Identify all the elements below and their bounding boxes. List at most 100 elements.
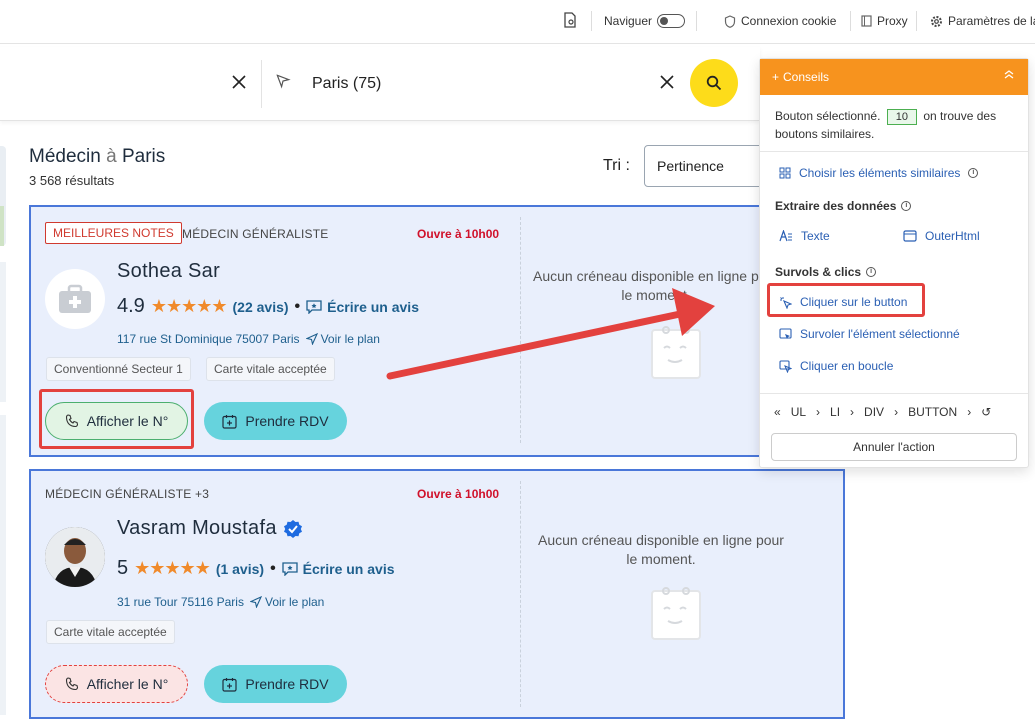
rating-row: 4.9 ★★★★★ (22 avis) • Écrire un avis — [117, 295, 419, 317]
location-arrow-icon — [272, 70, 295, 93]
hover-selected-link[interactable]: Survoler l'élément sélectionné — [779, 327, 960, 341]
proxy-label: Proxy — [877, 14, 908, 28]
code-window-icon — [903, 230, 917, 242]
info-icon: i — [901, 201, 912, 211]
panel-title: Conseils — [783, 70, 830, 84]
settings-button[interactable]: Paramètres de la — [930, 14, 1035, 28]
first-parent-icon[interactable]: « — [774, 405, 781, 419]
search-button[interactable] — [690, 59, 738, 107]
rating-stars: ★★★★★ — [150, 296, 228, 316]
reviews-link[interactable]: (1 avis) — [216, 561, 264, 577]
choose-similar-link[interactable]: Choisir les éléments similaires i — [779, 166, 979, 180]
doctor-card: MÉDECIN GÉNÉRALISTE +3 Ouvre à 10h00 Vas… — [29, 469, 845, 719]
search-icon — [706, 75, 722, 91]
search-bar: Paris (75) — [0, 47, 760, 121]
navigation-arrow-icon — [305, 333, 318, 345]
book-appointment-button[interactable]: Prendre RDV — [204, 402, 347, 440]
reviews-link[interactable]: (22 avis) — [233, 299, 289, 315]
rating-value: 4.9 — [117, 295, 145, 317]
navigate-toggle[interactable]: Naviguer — [604, 14, 686, 28]
location-input[interactable]: Paris (75) — [312, 75, 381, 93]
extract-text-link[interactable]: Texte — [779, 229, 830, 243]
navigation-arrow-icon — [249, 596, 262, 608]
selection-info: Bouton sélectionné. 10 on trouve des bou… — [775, 109, 997, 141]
proxy-button[interactable]: Proxy — [861, 14, 908, 28]
sort-select[interactable]: Pertinence — [644, 145, 774, 187]
info-icon: i — [866, 267, 877, 277]
best-rated-badge: MEILLEURES NOTES — [45, 222, 182, 244]
loop-cursor-icon — [779, 359, 792, 373]
proxy-icon — [861, 15, 872, 27]
rating-value: 5 — [117, 557, 129, 579]
hover-window-icon — [779, 327, 792, 339]
opening-time: Ouvre à 10h00 — [417, 227, 500, 241]
chip-sector: Conventionné Secteur 1 — [46, 357, 191, 381]
similar-count-badge: 10 — [886, 109, 918, 125]
show-phone-button[interactable]: Afficher le N° — [45, 665, 188, 703]
collapse-chevron-icon[interactable] — [1004, 68, 1014, 82]
tips-panel: + Conseils Bouton sélectionné. 10 on tro… — [759, 58, 1029, 468]
avatar — [45, 527, 105, 587]
calendar-plus-icon — [222, 414, 237, 429]
address: 31 rue Tour 75116 Paris Voir le plan — [117, 595, 324, 609]
settings-label: Paramètres de la — [948, 14, 1035, 28]
clear-location-close-icon[interactable] — [659, 70, 675, 96]
cancel-action-button[interactable]: Annuler l'action — [771, 433, 1017, 461]
selection-highlight — [39, 389, 194, 449]
hover-section-title: Survols & clics i — [775, 265, 877, 279]
doctor-name[interactable]: Vasram Moustafa — [117, 517, 277, 540]
avatar — [45, 269, 105, 329]
book-appointment-button[interactable]: Prendre RDV — [204, 665, 347, 703]
document-settings-icon[interactable] — [563, 12, 577, 31]
verified-badge-icon — [283, 519, 302, 538]
gear-icon — [931, 15, 942, 27]
annotation-arrow — [386, 288, 715, 380]
panel-header[interactable]: + Conseils — [760, 59, 1028, 95]
extract-outerhtml-link[interactable]: OuterHtml — [903, 229, 980, 243]
text-icon — [779, 230, 792, 242]
browser-extension-toolbar: Naviguer Connexion cookie Proxy Paramètr… — [0, 0, 1035, 44]
plus-icon: + — [772, 70, 780, 84]
cookie-login-button[interactable]: Connexion cookie — [724, 14, 836, 28]
medical-kit-icon — [59, 284, 91, 313]
extract-section-title: Extraire des données i — [775, 199, 912, 213]
write-review-link[interactable]: Écrire un avis — [282, 561, 395, 577]
rating-row: 5 ★★★★★ (1 avis) • Écrire un avis — [117, 557, 395, 579]
crumb-button[interactable]: BUTTON — [908, 405, 957, 419]
notepad-illustration-icon — [648, 583, 708, 648]
crumb-li[interactable]: LI — [830, 405, 840, 419]
undo-icon[interactable]: ↺ — [981, 405, 991, 419]
doctor-photo — [45, 527, 105, 587]
info-icon: i — [968, 168, 979, 178]
crumb-div[interactable]: DIV — [864, 405, 884, 419]
calendar-plus-icon — [222, 677, 237, 692]
click-loop-link[interactable]: Cliquer en boucle — [779, 359, 893, 373]
grid-icon — [779, 167, 791, 179]
address-text: 31 rue Tour 75116 Paris — [117, 595, 244, 609]
comment-star-icon — [282, 561, 298, 576]
cookie-label: Connexion cookie — [741, 14, 837, 28]
page-title: Médecin à Paris — [29, 146, 166, 167]
opening-time: Ouvre à 10h00 — [417, 487, 500, 501]
view-map-link[interactable]: Voir le plan — [249, 595, 324, 609]
next-child-icon[interactable]: › — [967, 405, 971, 419]
specialty-label: MÉDECIN GÉNÉRALISTE +3 — [45, 487, 210, 501]
no-slot-message: Aucun créneau disponible en ligne pour l… — [538, 532, 784, 567]
address: 117 rue St Dominique 75007 Paris Voir le… — [117, 332, 380, 346]
dom-breadcrumb: « UL › LI › DIV › BUTTON › ↺ — [774, 405, 992, 419]
doctor-name-row: Vasram Moustafa — [117, 517, 303, 540]
chip-vitale: Carte vitale acceptée — [206, 357, 335, 381]
rating-stars: ★★★★★ — [134, 558, 211, 578]
results-count: 3 568 résultats — [29, 173, 115, 188]
view-map-link[interactable]: Voir le plan — [305, 332, 380, 346]
comment-star-icon — [306, 299, 322, 314]
phone-icon — [65, 677, 78, 691]
shield-icon — [724, 14, 736, 28]
navigate-label: Naviguer — [604, 14, 653, 28]
clear-specialty-close-icon[interactable] — [231, 70, 247, 96]
doctor-name[interactable]: Sothea Sar — [117, 260, 220, 283]
toggle-switch[interactable] — [657, 14, 686, 28]
click-option-highlight — [767, 283, 925, 317]
address-text: 117 rue St Dominique 75007 Paris — [117, 332, 300, 346]
crumb-ul[interactable]: UL — [791, 405, 806, 419]
